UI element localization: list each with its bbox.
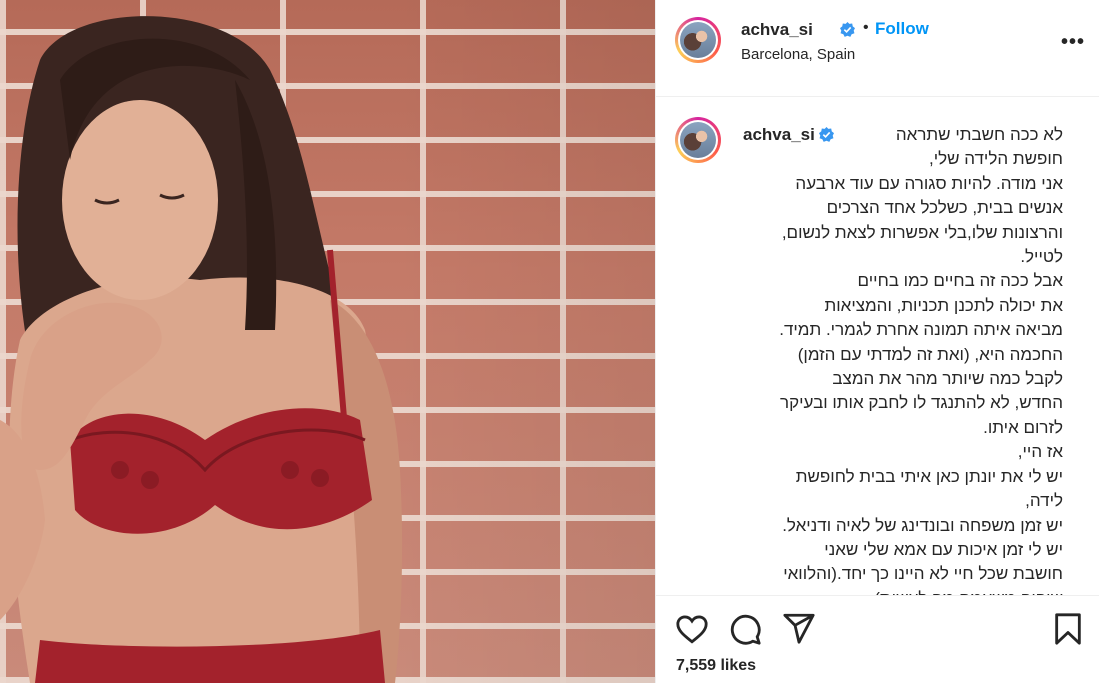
caption-line: לקבל כמה שיותר מהר את המצב [832,369,1063,389]
caption-line: אנשים בבית, כשלכל אחד הצרכים [826,198,1063,218]
caption-line: לזרום איתו. [983,417,1063,437]
person-illustration [0,16,403,683]
caption-line: יש לי את יונתן כאן איתי בבית לחופשת [795,466,1063,486]
caption-line: את יכולה לתכנן תכניות, והמציאות [824,295,1063,315]
caption-avatar[interactable] [675,117,721,163]
caption-line: מביאה איתה תמונה אחרת לגמרי. תמיד. [779,320,1063,340]
caption-line: יש זמן משפחה ובונדינג של לאיה ודניאל. [782,515,1063,535]
caption-line: והרצונות שלו,בלי אפשרות לצאת לנשום, [781,222,1063,242]
post-photo[interactable] [0,0,655,683]
header-username[interactable]: achva_si [741,20,813,40]
action-bar: 7,559 likes [656,595,1099,684]
caption-line: לטייל. [1020,247,1063,267]
more-options-icon[interactable]: ••• [1061,31,1085,54]
separator-dot: • [863,19,869,36]
heart-icon[interactable] [675,612,709,646]
caption-line: לידה, [1025,491,1063,511]
caption-line: חושבת שכל חיי לא היינו כך יחד.(והלוואי [783,564,1063,584]
caption-line: החכמה היא, (ואת זה למדתי עם הזמן) [797,344,1063,364]
comment-icon[interactable] [728,612,762,646]
share-icon[interactable] [782,611,816,645]
caption-text: לא ככה חשבתי שתראה חופשת הלידה שלי, אני … [741,123,1063,595]
avatar[interactable] [675,17,721,63]
post-side-panel: achva_si • Follow Barcelona, Spain ••• a… [655,0,1099,683]
caption-line: אני מודה. להיות סגורה עם עוד ארבעה [795,173,1063,193]
caption-line: אז היי, [1017,442,1063,462]
caption-line: חופשת הלידה שלי, [928,149,1063,169]
post-header: achva_si • Follow Barcelona, Spain ••• [656,0,1099,97]
caption-line: אבל ככה זה בחיים כמו בחיים [857,271,1063,291]
caption-line: לא ככה חשבתי שתראה [895,125,1063,144]
verified-badge-icon [840,22,855,37]
bookmark-icon[interactable] [1051,612,1085,646]
caption-line: החדש, לא להתנגד לו לחבק אותו ובעיקר [780,393,1063,413]
caption-section: achva_si לא ככה חשבתי שתראה חופשת הלידה … [656,97,1099,595]
caption-line: שיהיה משעמם מה לעשות) [741,587,1063,595]
location-link[interactable]: Barcelona, Spain [741,46,855,63]
caption-line: יש לי זמן איכות עם אמא שלי שאני [824,539,1063,559]
follow-button[interactable]: Follow [875,19,929,39]
likes-count[interactable]: 7,559 likes [676,657,756,675]
